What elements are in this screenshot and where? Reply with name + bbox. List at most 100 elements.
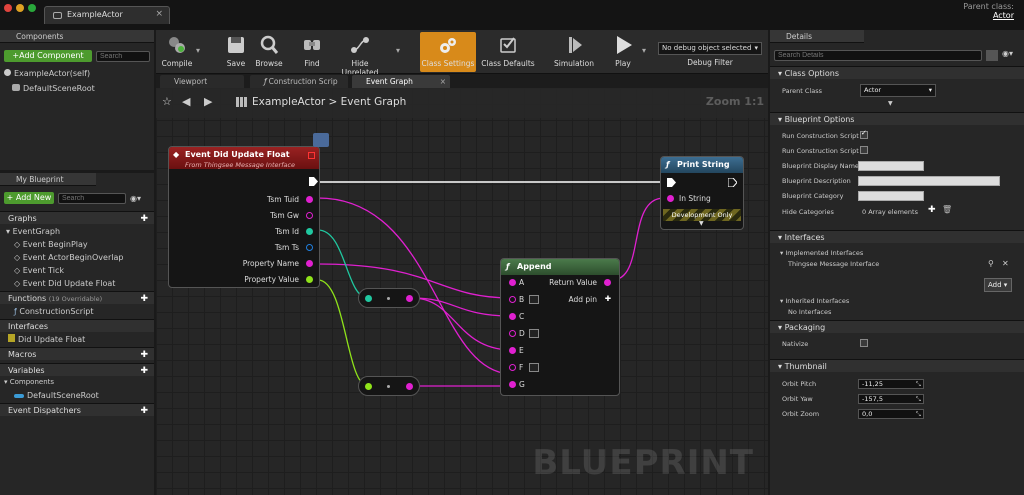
event-item[interactable]: ◇ Event Tick — [14, 264, 64, 277]
add-interface-button[interactable]: Add ▾ — [984, 278, 1012, 292]
orbit-zoom-input[interactable]: 0,0 ⤡ — [858, 409, 924, 419]
add-graph-icon[interactable]: ✚ — [140, 213, 148, 226]
exec-out-pin[interactable] — [728, 178, 737, 187]
add-pin-icon[interactable]: ✚ — [605, 294, 611, 303]
minimize-window-icon[interactable] — [16, 4, 24, 12]
add-new-button[interactable]: + Add New — [4, 192, 54, 204]
construction-script-item[interactable]: ƒ ConstructionScript — [14, 305, 94, 318]
section-blueprint-options[interactable]: ▾ Blueprint Options — [770, 112, 1024, 125]
append-f-input[interactable] — [529, 363, 539, 372]
debug-object-select[interactable]: No debug object selected ▾ — [658, 42, 762, 55]
exec-out-pin[interactable] — [309, 177, 318, 186]
return-value-pin[interactable] — [604, 279, 611, 286]
append-pin-d[interactable] — [509, 330, 516, 337]
blueprint-search-input[interactable] — [58, 193, 126, 204]
bp-category-input[interactable] — [858, 191, 924, 201]
section-thumbnail[interactable]: ▾ Thumbnail — [770, 359, 1024, 372]
components-search-input[interactable] — [96, 51, 150, 62]
conversion-input-pin[interactable] — [365, 383, 372, 390]
section-interfaces[interactable]: Interfaces — [0, 319, 154, 332]
class-defaults-button[interactable]: Class Defaults — [480, 32, 536, 72]
maximize-window-icon[interactable] — [28, 4, 36, 12]
add-macro-icon[interactable]: ✚ — [140, 349, 148, 362]
tab-example-actor[interactable]: ExampleActor × — [44, 6, 170, 24]
add-element-icon[interactable]: ✚ — [928, 205, 936, 215]
component-item-default-scene-root[interactable]: DefaultSceneRoot — [12, 82, 95, 95]
orbit-pitch-input[interactable]: -11,25 ⤡ — [858, 379, 924, 389]
view-options-icon[interactable]: ◉▾ — [130, 194, 141, 203]
append-pin-f[interactable] — [509, 364, 516, 371]
append-b-input[interactable] — [529, 295, 539, 304]
run-cs-on-drag-checkbox[interactable]: ✓ — [860, 129, 868, 139]
variable-default-scene-root[interactable]: DefaultSceneRoot — [14, 389, 99, 402]
interface-item[interactable]: Did Update Float — [8, 333, 85, 346]
section-variables[interactable]: Variables ✚ — [0, 363, 154, 376]
section-graphs[interactable]: Graphs ✚ — [0, 211, 154, 224]
parent-class-link[interactable]: Actor — [963, 11, 1014, 20]
add-pin-label[interactable]: Add pin — [568, 295, 597, 304]
append-pin-b[interactable] — [509, 296, 516, 303]
section-class-options[interactable]: ▾ Class Options — [770, 66, 1024, 79]
float-to-string-conversion-node[interactable] — [358, 376, 420, 396]
delete-elements-icon[interactable]: 🗑 — [942, 205, 952, 214]
add-dispatcher-icon[interactable]: ✚ — [140, 405, 148, 418]
favorite-star-icon[interactable]: ☆ — [162, 95, 172, 108]
event-graph-canvas[interactable]: ◆ Event Did Update Float From Thingsee M… — [156, 88, 768, 495]
append-node[interactable]: ƒ Append A Return Value B Add pin ✚ C D … — [500, 258, 620, 396]
run-cs-on-load-checkbox[interactable] — [860, 146, 868, 154]
in-string-pin[interactable] — [667, 195, 674, 202]
back-arrow-icon[interactable]: ◀ — [182, 95, 190, 108]
add-component-button[interactable]: +Add Component — [4, 50, 92, 62]
add-variable-icon[interactable]: ✚ — [140, 365, 148, 378]
event-item[interactable]: ◇ Event Did Update Float — [14, 277, 115, 290]
compile-options-icon[interactable]: ▾ — [196, 46, 200, 55]
print-string-node[interactable]: ƒ Print String In String Development Onl… — [660, 156, 744, 230]
append-pin-e[interactable] — [509, 347, 516, 354]
section-functions[interactable]: Functions (19 Overridable) ✚ — [0, 291, 154, 304]
tab-viewport[interactable]: Viewport — [160, 75, 244, 88]
append-pin-g[interactable] — [509, 381, 516, 388]
expand-node-icon[interactable]: ▼ — [699, 220, 704, 227]
property-matrix-icon[interactable] — [986, 50, 998, 61]
find-button[interactable]: Find — [298, 32, 326, 72]
section-event-dispatchers[interactable]: Event Dispatchers ✚ — [0, 403, 154, 416]
browse-button[interactable]: Browse — [254, 32, 284, 72]
hide-unrelated-options-icon[interactable]: ▾ — [396, 46, 400, 55]
thingsee-interface-item[interactable]: Thingsee Message Interface — [788, 260, 879, 268]
simulation-button[interactable]: Simulation — [552, 32, 596, 72]
add-function-icon[interactable]: ✚ — [140, 293, 148, 306]
conversion-input-pin[interactable] — [365, 295, 372, 302]
append-pin-c[interactable] — [509, 313, 516, 320]
variables-components-category[interactable]: ▾ Components — [4, 377, 54, 387]
event-item[interactable]: ◇ Event ActorBeginOverlap — [14, 251, 123, 264]
conversion-output-pin[interactable] — [406, 383, 413, 390]
parent-class-select[interactable]: Actor ▾ — [860, 84, 936, 97]
breadcrumb-root[interactable]: ExampleActor — [252, 96, 325, 108]
close-window-icon[interactable] — [4, 4, 12, 12]
conversion-output-pin[interactable] — [406, 295, 413, 302]
event-graph-item[interactable]: ▾ EventGraph — [6, 225, 60, 238]
play-options-icon[interactable]: ▾ — [642, 46, 646, 55]
property-name-pin[interactable] — [306, 260, 313, 267]
tab-construction-script[interactable]: ƒ Construction Scrip — [250, 75, 348, 88]
details-view-options-icon[interactable]: ◉▾ — [1002, 49, 1013, 58]
event-did-update-float-node[interactable]: ◆ Event Did Update Float From Thingsee M… — [168, 133, 329, 288]
class-settings-button[interactable]: Class Settings — [420, 32, 476, 72]
save-button[interactable]: Save — [222, 32, 250, 72]
forward-arrow-icon[interactable]: ▶ — [204, 95, 212, 108]
tsm-tuid-pin[interactable] — [306, 196, 313, 203]
nativize-checkbox[interactable] — [860, 339, 868, 347]
hide-unrelated-button[interactable]: Hide Unrelated — [332, 32, 388, 77]
compile-button[interactable]: Compile — [160, 32, 194, 72]
event-item[interactable]: ◇ Event BeginPlay — [14, 238, 88, 251]
tab-event-graph[interactable]: Event Graph × — [352, 75, 450, 88]
tsm-ts-pin[interactable] — [306, 244, 313, 251]
section-interfaces[interactable]: ▾ Interfaces — [770, 230, 1024, 243]
bp-description-input[interactable] — [858, 176, 1000, 186]
property-value-pin[interactable] — [306, 276, 313, 283]
component-item-self[interactable]: ExampleActor(self) — [4, 67, 90, 80]
int-to-string-conversion-node[interactable] — [358, 288, 420, 308]
tsm-gw-pin[interactable] — [306, 212, 313, 219]
append-pin-a[interactable] — [509, 279, 516, 286]
bp-display-name-input[interactable] — [858, 161, 924, 171]
